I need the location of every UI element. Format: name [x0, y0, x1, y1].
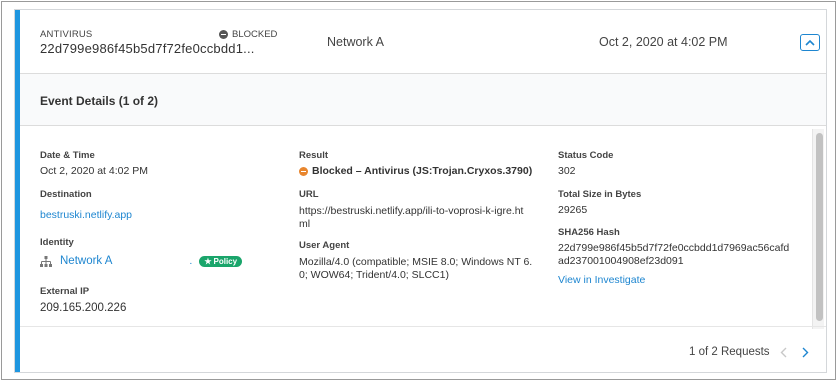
status-code-label: Status Code — [558, 150, 614, 161]
identity-link[interactable]: Network A — [60, 255, 112, 268]
destination-link[interactable]: bestruski.netlify.app — [40, 209, 240, 222]
user-agent-line-1: Mozilla/4.0 (compatible; MSIE 8.0; Windo… — [299, 256, 533, 268]
date-time-label: Date & Time — [40, 150, 95, 161]
chevron-right-icon — [802, 347, 808, 357]
total-size-label: Total Size in Bytes — [558, 189, 642, 200]
total-size-field: Total Size in Bytes 29265 — [558, 189, 798, 217]
destination-label: Destination — [40, 189, 92, 200]
event-details-body: Date & Time Oct 2, 2020 at 4:02 PM Desti… — [20, 126, 814, 326]
scrollbar-thumb[interactable] — [816, 133, 823, 321]
event-details-header: Event Details (1 of 2) — [20, 74, 826, 126]
collapse-button[interactable] — [800, 34, 820, 51]
details-scrollbar[interactable] — [812, 129, 824, 329]
event-hash: 22d799e986f45b5d7f72fe0ccbdd1... — [40, 41, 255, 56]
identity-field: Identity Network A . ★ Policy — [40, 237, 280, 268]
blocked-result-icon — [299, 167, 308, 176]
network-tree-icon — [40, 256, 52, 267]
user-agent-value: Mozilla/4.0 (compatible; MSIE 8.0; Windo… — [299, 256, 549, 282]
sha256-line-2: ad237001004908ef23d091 — [558, 255, 684, 267]
event-header-row[interactable]: ANTIVIRUS 22d799e986f45b5d7f72fe0ccbdd1.… — [20, 10, 826, 74]
minus-circle-icon — [219, 30, 228, 39]
event-type-label: ANTIVIRUS — [40, 29, 93, 40]
result-value: Blocked – Antivirus (JS:Trojan.Cryxos.37… — [299, 165, 549, 178]
total-size-value: 29265 — [558, 204, 588, 216]
sha256-line-1: 22d799e986f45b5d7f72fe0ccbdd1d7969ac56ca… — [558, 242, 790, 254]
url-field: URL https://bestruski.netlify.app/ili-to… — [299, 189, 549, 231]
pagination-footer: 1 of 2 Requests — [20, 326, 826, 374]
date-time-value: Oct 2, 2020 at 4:02 PM — [40, 165, 148, 177]
result-field: Result Blocked – Antivirus (JS:Trojan.Cr… — [299, 150, 549, 178]
sha256-label: SHA256 Hash — [558, 227, 620, 238]
status-badge: BLOCKED — [219, 29, 277, 40]
next-request-button[interactable] — [797, 343, 813, 361]
date-time-field: Date & Time Oct 2, 2020 at 4:02 PM — [40, 150, 240, 178]
view-in-investigate-link[interactable]: View in Investigate — [558, 274, 808, 287]
external-ip-value: 209.165.200.226 — [40, 302, 127, 314]
url-line-1: https://bestruski.netlify.app/ili-to-vop… — [299, 205, 524, 217]
external-ip-field: External IP 209.165.200.226 — [40, 286, 240, 315]
event-details-title: Event Details (1 of 2) — [40, 94, 159, 108]
identity-label: Identity — [40, 237, 74, 248]
previous-request-button[interactable] — [775, 343, 791, 361]
event-card: ANTIVIRUS 22d799e986f45b5d7f72fe0ccbdd1.… — [14, 9, 827, 373]
user-agent-label: User Agent — [299, 240, 350, 251]
url-label: URL — [299, 189, 319, 200]
identity-separator: . — [189, 255, 193, 267]
header-network: Network A — [327, 35, 384, 49]
user-agent-field: User Agent Mozilla/4.0 (compatible; MSIE… — [299, 240, 549, 282]
status-code-value: 302 — [558, 165, 576, 177]
star-icon: ★ — [204, 257, 212, 266]
status-code-field: Status Code 302 — [558, 150, 798, 178]
url-line-2: ml — [299, 218, 311, 230]
chevron-up-icon — [805, 39, 815, 46]
policy-badge[interactable]: ★ Policy — [199, 256, 243, 267]
result-text: Blocked – Antivirus (JS:Trojan.Cryxos.37… — [312, 165, 533, 177]
header-date: Oct 2, 2020 at 4:02 PM — [599, 35, 728, 49]
pagination-text: 1 of 2 Requests — [689, 346, 770, 358]
result-label: Result — [299, 150, 329, 161]
chevron-left-icon — [780, 347, 786, 357]
url-value: https://bestruski.netlify.app/ili-to-vop… — [299, 205, 549, 231]
sha256-value: 22d799e986f45b5d7f72fe0ccbdd1d7969ac56ca… — [558, 242, 808, 268]
destination-field: Destination bestruski.netlify.app — [40, 189, 240, 222]
status-label: BLOCKED — [232, 29, 278, 40]
window-frame: ANTIVIRUS 22d799e986f45b5d7f72fe0ccbdd1.… — [1, 1, 836, 380]
sha256-field: SHA256 Hash 22d799e986f45b5d7f72fe0ccbdd… — [558, 227, 808, 287]
policy-badge-label: Policy — [213, 257, 238, 266]
identity-value: Network A . ★ Policy — [40, 255, 280, 268]
user-agent-line-2: 0; WOW64; Trident/4.0; SLCC1) — [299, 269, 449, 281]
external-ip-label: External IP — [40, 286, 90, 297]
